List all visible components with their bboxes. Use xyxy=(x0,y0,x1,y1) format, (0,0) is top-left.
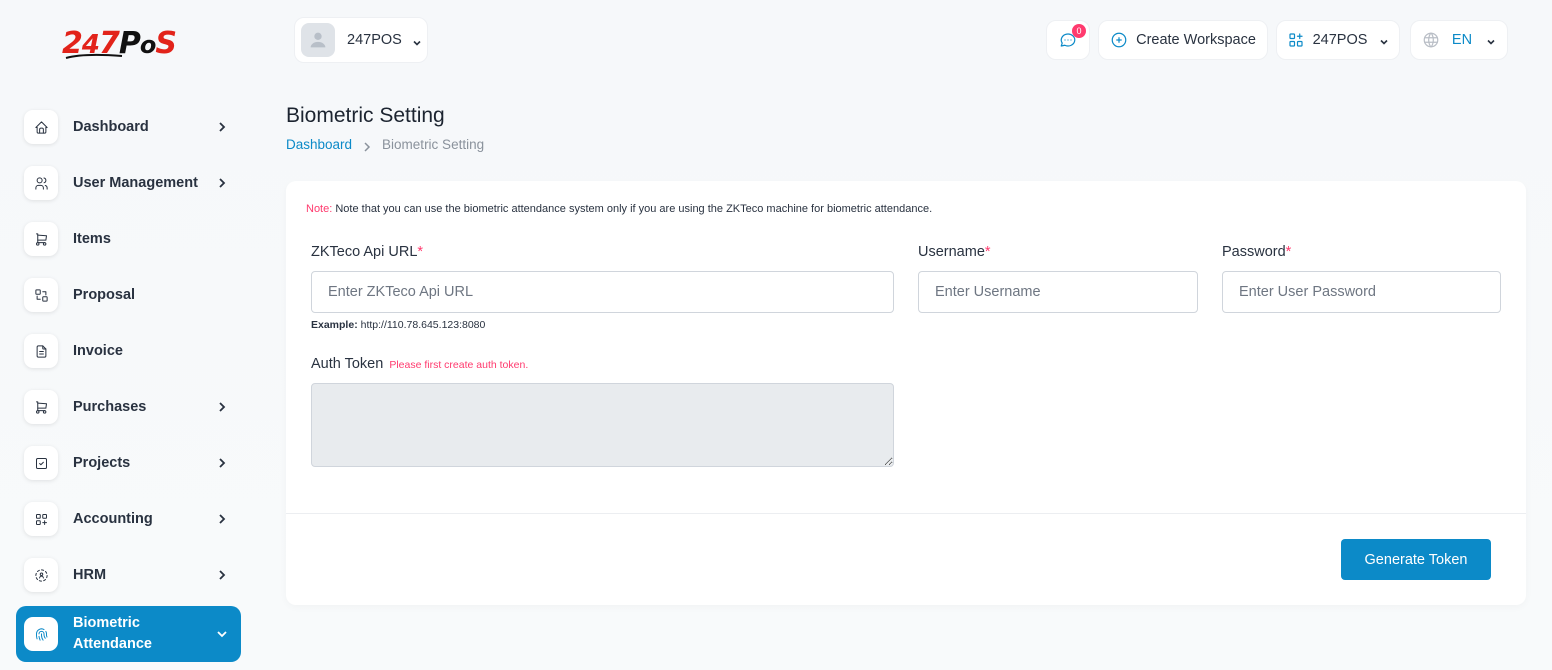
home-icon xyxy=(24,110,58,144)
page-title: Biometric Setting xyxy=(286,104,445,127)
exchange-icon xyxy=(24,278,58,312)
user-avatar-icon xyxy=(310,32,326,48)
cart-icon xyxy=(24,222,58,256)
chevron-right-icon xyxy=(215,568,229,582)
workspace-switcher[interactable]: 247POS xyxy=(294,17,428,63)
password-input[interactable] xyxy=(1222,271,1501,313)
create-workspace-button[interactable]: Create Workspace xyxy=(1098,20,1268,60)
api-url-example: Example: http://110.78.645.123:8080 xyxy=(311,319,485,331)
chevron-right-icon xyxy=(215,120,229,134)
sidebar-item-biometric-attendance[interactable]: Biometric Attendance xyxy=(16,606,241,662)
sidebar-item-label: Items xyxy=(73,231,111,247)
auth-token-hint: Please first create auth token. xyxy=(389,359,529,371)
breadcrumb-home-link[interactable]: Dashboard xyxy=(286,137,352,152)
sidebar-item-proposal[interactable]: Proposal xyxy=(16,267,241,323)
sidebar-item-label: User Management xyxy=(73,175,198,191)
password-label: Password* xyxy=(1222,244,1291,260)
cart-icon xyxy=(24,390,58,424)
note-text: Note: Note that you can use the biometri… xyxy=(306,203,932,215)
logo-swoosh-icon xyxy=(65,53,123,59)
language-switch-button[interactable]: EN xyxy=(1410,20,1508,60)
chevron-right-icon xyxy=(363,140,371,152)
sidebar-item-purchases[interactable]: Purchases xyxy=(16,379,241,435)
breadcrumb: Dashboard Biometric Setting xyxy=(286,137,484,152)
username-input[interactable] xyxy=(918,271,1198,313)
sidebar-item-label: Projects xyxy=(73,455,131,471)
chevron-right-icon xyxy=(215,176,229,190)
apps-plus-icon xyxy=(1288,33,1303,47)
workspace-name: 247POS xyxy=(347,32,402,48)
breadcrumb-current: Biometric Setting xyxy=(382,137,485,152)
users-icon xyxy=(24,166,58,200)
globe-icon xyxy=(1423,32,1439,48)
required-mark: * xyxy=(984,244,991,260)
username-label-text: Username xyxy=(918,244,985,260)
sidebar-item-items[interactable]: Items xyxy=(16,211,241,267)
brand-switch-button[interactable]: 247POS xyxy=(1276,20,1400,60)
circle-plus-icon xyxy=(1111,32,1127,48)
dashed-circle-icon xyxy=(24,558,58,592)
sidebar-nav: Dashboard User Management Items Proposal xyxy=(16,99,241,662)
messages-button[interactable]: 0 xyxy=(1046,20,1090,60)
chevron-right-icon xyxy=(215,400,229,414)
required-mark: * xyxy=(1285,244,1292,260)
sidebar-item-label: Proposal xyxy=(73,287,136,303)
avatar xyxy=(301,23,335,57)
api-url-input[interactable] xyxy=(311,271,894,313)
sidebar-item-label: Biometric Attendance xyxy=(73,615,152,652)
sidebar-item-projects[interactable]: Projects xyxy=(16,435,241,491)
sidebar-item-accounting[interactable]: Accounting xyxy=(16,491,241,547)
sidebar-item-label: Invoice xyxy=(73,343,123,359)
example-label: Example: xyxy=(311,319,358,331)
chevron-right-icon xyxy=(215,456,229,470)
sidebar-item-dashboard[interactable]: Dashboard xyxy=(16,99,241,155)
auth-token-textarea[interactable] xyxy=(311,383,894,467)
checkbox-icon xyxy=(24,446,58,480)
chevron-down-icon xyxy=(412,35,422,46)
language-code: EN xyxy=(1451,32,1473,48)
fingerprint-icon xyxy=(24,617,58,651)
auth-token-label: Auth Token Please first create auth toke… xyxy=(311,356,528,372)
sidebar-item-invoice[interactable]: Invoice xyxy=(16,323,241,379)
chevron-right-icon xyxy=(215,512,229,526)
brand-switch-label: 247POS xyxy=(1312,32,1368,48)
apps-plus-icon xyxy=(24,502,58,536)
generate-token-button[interactable]: Generate Token xyxy=(1341,539,1491,580)
chevron-down-icon xyxy=(1379,35,1389,45)
sidebar-item-label: Purchases xyxy=(73,399,147,415)
sidebar-item-user-management[interactable]: User Management xyxy=(16,155,241,211)
message-count-badge: 0 xyxy=(1072,24,1086,38)
password-label-text: Password xyxy=(1222,244,1286,260)
required-mark: * xyxy=(417,244,424,260)
card-divider xyxy=(286,513,1526,514)
biometric-setting-card: Note: Note that you can use the biometri… xyxy=(286,181,1526,605)
note-message: Note that you can use the biometric atte… xyxy=(335,203,933,215)
sidebar-item-label: HRM xyxy=(73,567,107,583)
brand-logo[interactable]: 247PoS xyxy=(62,22,192,70)
create-workspace-label: Create Workspace xyxy=(1136,32,1256,48)
example-value: http://110.78.645.123:8080 xyxy=(360,319,486,331)
sidebar-item-label: Accounting xyxy=(73,511,153,527)
chevron-down-icon xyxy=(215,627,229,641)
sidebar: 247PoS Dashboard User Management Items P… xyxy=(0,0,256,670)
note-label: Note: xyxy=(306,203,333,215)
chevron-down-icon xyxy=(1486,35,1496,45)
sidebar-item-label: Dashboard xyxy=(73,119,149,135)
auth-token-label-text: Auth Token xyxy=(311,356,384,372)
api-url-label-text: ZKTeco Api URL xyxy=(311,244,418,260)
sidebar-item-hrm[interactable]: HRM xyxy=(16,547,241,603)
file-invoice-icon xyxy=(24,334,58,368)
username-label: Username* xyxy=(918,244,991,260)
api-url-label: ZKTeco Api URL* xyxy=(311,244,423,260)
